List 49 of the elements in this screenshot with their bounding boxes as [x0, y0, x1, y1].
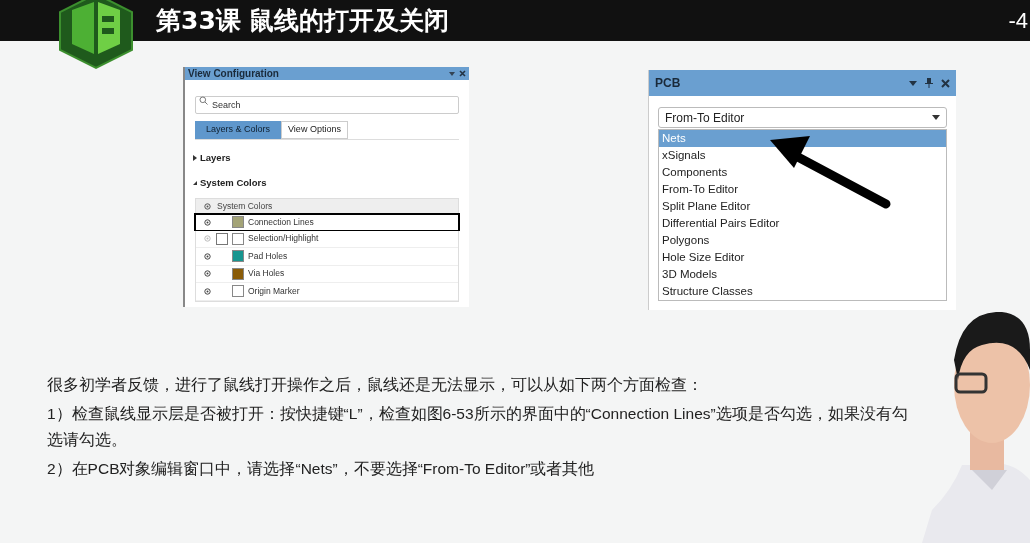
panel-title: View Configuration	[188, 67, 279, 81]
logo-icon	[58, 0, 134, 70]
row-label: Origin Marker	[248, 284, 300, 298]
dropdown-option[interactable]: Polygons	[659, 232, 946, 249]
pin-icon[interactable]	[925, 78, 933, 88]
eye-icon[interactable]	[204, 287, 211, 295]
tab[interactable]: Layers & Colors	[195, 121, 282, 139]
dropdown-option[interactable]: Components	[659, 164, 946, 181]
section-label[interactable]: System Colors	[200, 175, 267, 191]
lesson-title: 第33课 鼠线的打开及关闭	[156, 4, 450, 37]
dropdown-arrow-icon[interactable]	[449, 71, 455, 76]
dropdown-option[interactable]: Structure Classes	[659, 283, 946, 300]
search-field[interactable]: Search	[195, 96, 459, 114]
close-icon[interactable]	[459, 70, 466, 77]
color-swatch[interactable]	[232, 216, 244, 229]
color-swatch[interactable]	[232, 232, 244, 245]
eye-icon[interactable]	[204, 218, 211, 226]
color-swatch[interactable]	[232, 285, 244, 298]
color-swatch[interactable]	[232, 267, 244, 280]
page-number: -4	[1008, 7, 1028, 35]
eye-icon	[204, 202, 211, 210]
color-swatch[interactable]	[232, 250, 244, 263]
expand-triangle-icon[interactable]	[193, 155, 197, 161]
dropdown-arrow-icon[interactable]	[909, 80, 917, 86]
close-icon[interactable]	[941, 78, 950, 88]
search-icon	[199, 96, 208, 105]
row-label: Pad Holes	[248, 249, 288, 263]
checkbox[interactable]	[216, 232, 228, 245]
dropdown-option[interactable]: xSignals	[659, 147, 946, 164]
note-paragraph: 1）检查鼠线显示层是否被打开：按快捷键“L”，检查如图6-53所示的界面中的“Connection Lines”选项是否勾选，如果没有勾选请勾选。	[47, 404, 909, 450]
row-label: Via Holes	[248, 267, 285, 281]
section-label[interactable]: Layers	[200, 150, 231, 166]
row-label: Selection/Highlight	[248, 232, 319, 246]
panel-title: PCB	[655, 75, 681, 92]
dropdown-field[interactable]: From-To Editor	[658, 107, 947, 128]
dropdown-option[interactable]: Hole Size Editor	[659, 249, 946, 266]
eye-icon[interactable]	[204, 270, 211, 278]
dropdown-option[interactable]: Split Plane Editor	[659, 198, 946, 215]
dropdown-arrow-icon	[932, 115, 940, 120]
row-label: Connection Lines	[248, 215, 314, 229]
list-header: System Colors	[217, 199, 273, 213]
note-paragraph: 很多初学者反馈，进行了鼠线打开操作之后，鼠线还是无法显示，可以从如下两个方面检查：	[47, 375, 704, 395]
collapse-triangle-icon[interactable]	[193, 181, 197, 185]
note-paragraph: 2）在PCB对象编辑窗口中，请选择“Nets”，不要选择“From-To Editor”或者其他	[47, 459, 596, 479]
dropdown-option[interactable]: 3D Models	[659, 266, 946, 283]
dropdown-option[interactable]: From-To Editor	[659, 181, 946, 198]
dropdown-option[interactable]: Differential Pairs Editor	[659, 215, 946, 232]
eye-icon[interactable]	[204, 252, 211, 260]
tab[interactable]: View Options	[281, 121, 348, 139]
